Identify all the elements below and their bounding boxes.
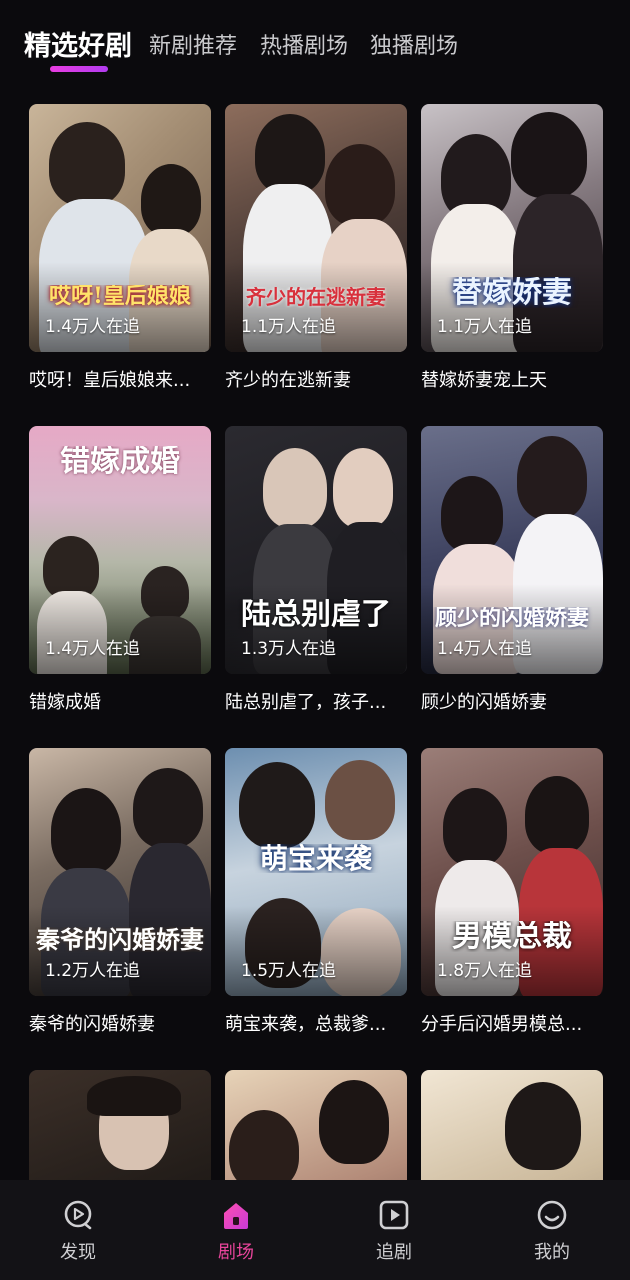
drama-poster[interactable]: 顾少的闪婚娇妻 1.4万人在追 — [421, 426, 603, 674]
poster-figure — [263, 448, 327, 528]
nav-profile[interactable]: 我的 — [502, 1198, 602, 1264]
views-count: 1.3万人在追 — [241, 639, 337, 659]
views-count: 1.4万人在追 — [437, 639, 533, 659]
views-count: 1.5万人在追 — [241, 961, 337, 981]
drama-poster[interactable]: 陆总别虐了 1.3万人在追 — [225, 426, 407, 674]
poster-figure — [49, 122, 125, 206]
views-count: 1.1万人在追 — [241, 317, 337, 337]
drama-title[interactable]: 齐少的在逃新妻 — [225, 366, 407, 392]
poster-shade — [29, 584, 211, 674]
drama-poster[interactable]: 齐少的在逃新妻 1.1万人在追 — [225, 104, 407, 352]
drama-poster[interactable] — [29, 1070, 211, 1180]
drama-theater-page: 哎呀!皇后娘娘 1.4万人在追 哎呀！皇后娘娘来... 齐少的在逃新妻 1.1万… — [0, 0, 630, 1280]
drama-poster[interactable] — [421, 1070, 603, 1180]
poster-figure — [87, 1076, 181, 1116]
theater-home-icon — [224, 1203, 248, 1229]
poster-figure — [51, 788, 121, 874]
poster-figure — [511, 112, 587, 198]
nav-label: 追剧 — [376, 1242, 412, 1263]
profile-icon — [537, 1200, 567, 1230]
poster-figure — [505, 1082, 581, 1170]
drama-title[interactable]: 分手后闪婚男模总... — [421, 1010, 603, 1036]
discover-icon — [64, 1200, 92, 1230]
drama-poster[interactable]: 替嫁娇妻 1.1万人在追 — [421, 104, 603, 352]
nav-following[interactable]: 追剧 — [344, 1198, 444, 1264]
poster-title-art: 顾少的闪婚娇妻 — [434, 606, 589, 630]
drama-title[interactable]: 萌宝来袭，总裁爹... — [225, 1010, 407, 1036]
drama-title[interactable]: 哎呀！皇后娘娘来... — [29, 366, 211, 392]
poster-title-art: 萌宝来袭 — [259, 844, 372, 874]
poster-figure — [239, 762, 315, 848]
poster-title-art: 陆总别虐了 — [241, 598, 391, 630]
poster-figure — [325, 144, 395, 226]
drama-poster[interactable] — [225, 1070, 407, 1180]
poster-title-art: 秦爷的闪婚娇妻 — [36, 926, 204, 952]
views-count: 1.2万人在追 — [45, 961, 141, 981]
poster-title-art: 男模总裁 — [452, 920, 572, 952]
poster-figure — [333, 448, 393, 528]
poster-figure — [325, 760, 395, 840]
poster-title-art: 错嫁成婚 — [60, 446, 180, 478]
drama-grid: 哎呀!皇后娘娘 1.4万人在追 哎呀！皇后娘娘来... 齐少的在逃新妻 1.1万… — [0, 0, 630, 1180]
poster-title-art: 哎呀!皇后娘娘 — [49, 284, 191, 308]
poster-figure — [255, 114, 325, 194]
poster-figure — [229, 1110, 299, 1180]
views-count: 1.8万人在追 — [437, 961, 533, 981]
poster-shade — [225, 906, 407, 996]
drama-poster[interactable]: 萌宝来袭 1.5万人在追 — [225, 748, 407, 996]
drama-title[interactable]: 顾少的闪婚娇妻 — [421, 688, 603, 714]
tab-hot[interactable]: 热播剧场 — [260, 28, 348, 60]
bottom-nav: 发现 剧场 追剧 我的 — [0, 1180, 630, 1280]
drama-title[interactable]: 替嫁娇妻宠上天 — [421, 366, 603, 392]
nav-label: 剧场 — [218, 1242, 254, 1263]
poster-figure — [517, 436, 587, 520]
drama-title[interactable]: 错嫁成婚 — [29, 688, 211, 714]
views-count: 1.4万人在追 — [45, 639, 141, 659]
poster-title-art: 齐少的在逃新妻 — [246, 287, 386, 308]
tab-featured[interactable]: 精选好剧 — [24, 24, 132, 63]
tab-exclusive[interactable]: 独播剧场 — [370, 28, 458, 60]
play-icon — [379, 1200, 409, 1230]
poster-figure — [441, 476, 503, 552]
drama-title[interactable]: 陆总别虐了，孩子... — [225, 688, 407, 714]
nav-label: 发现 — [60, 1242, 96, 1263]
nav-discover[interactable]: 发现 — [28, 1198, 128, 1264]
drama-poster[interactable]: 男模总裁 1.8万人在追 — [421, 748, 603, 996]
poster-figure — [525, 776, 589, 854]
tab-new[interactable]: 新剧推荐 — [149, 28, 237, 60]
nav-theater[interactable]: 剧场 — [186, 1198, 286, 1264]
drama-title[interactable]: 秦爷的闪婚娇妻 — [29, 1010, 211, 1036]
views-count: 1.4万人在追 — [45, 317, 141, 337]
poster-figure — [443, 788, 507, 866]
category-tabs: 精选好剧 新剧推荐 热播剧场 独播剧场 — [0, 0, 630, 90]
poster-figure — [133, 768, 203, 848]
nav-label: 我的 — [534, 1242, 570, 1263]
views-count: 1.1万人在追 — [437, 317, 533, 337]
poster-title-art: 替嫁娇妻 — [452, 276, 572, 308]
poster-figure — [141, 164, 201, 236]
drama-poster[interactable]: 秦爷的闪婚娇妻 1.2万人在追 — [29, 748, 211, 996]
drama-poster[interactable]: 哎呀!皇后娘娘 1.4万人在追 — [29, 104, 211, 352]
drama-poster[interactable]: 错嫁成婚 1.4万人在追 — [29, 426, 211, 674]
active-tab-indicator — [50, 66, 108, 72]
poster-figure — [319, 1080, 389, 1164]
